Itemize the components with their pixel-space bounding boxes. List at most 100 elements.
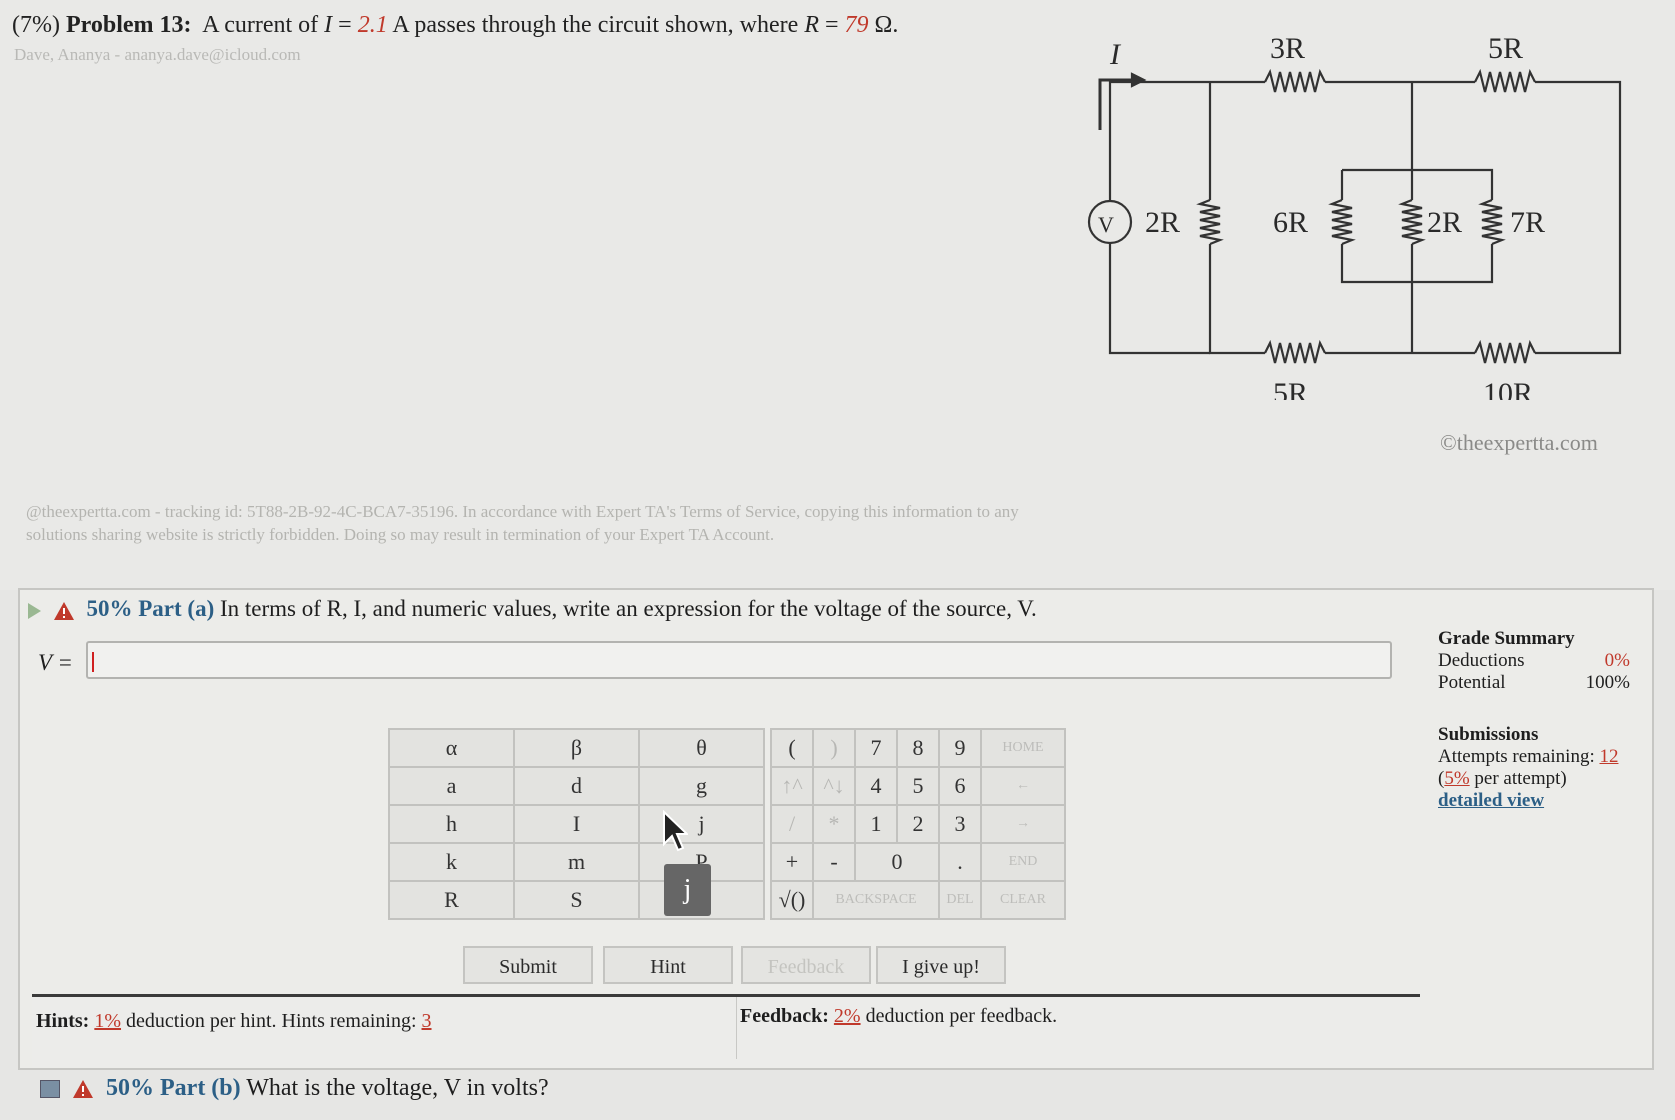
key-minus[interactable]: - xyxy=(812,842,856,882)
divider xyxy=(736,997,737,1059)
key-2[interactable]: 2 xyxy=(896,804,940,844)
key-g[interactable]: g xyxy=(638,766,765,806)
tracking-notice: @theexpertta.com - tracking id: 5T88-2B-… xyxy=(26,502,1019,544)
key-left-arrow[interactable]: ← xyxy=(980,766,1066,806)
key-superscript-up[interactable]: ↑^ xyxy=(770,766,814,806)
key-3[interactable]: 3 xyxy=(938,804,982,844)
student-info: Dave, Ananya - ananya.dave@icloud.com xyxy=(14,45,301,64)
give-up-button[interactable]: I give up! xyxy=(876,946,1006,984)
key-9[interactable]: 9 xyxy=(938,728,982,768)
key-m[interactable]: m xyxy=(513,842,640,882)
key-decimal[interactable]: . xyxy=(938,842,982,882)
deductions-label: Deductions xyxy=(1438,650,1525,671)
save-icon[interactable] xyxy=(40,1080,60,1099)
part-b-percent: 50% xyxy=(106,1075,154,1101)
label-6r: 6R xyxy=(1273,206,1308,239)
key-theta[interactable]: θ xyxy=(638,728,765,768)
problem-statement: (7%) Problem 13: A current of I = 2.1 A … xyxy=(12,12,898,39)
current-arrow-icon xyxy=(1098,78,1140,130)
key-0[interactable]: 0 xyxy=(854,842,940,882)
part-b-question: What is the voltage, V in volts? xyxy=(246,1075,549,1101)
key-backspace[interactable]: BACKSPACE xyxy=(812,880,940,920)
hints-label: Hints: xyxy=(36,1010,90,1032)
per-attempt-pct: 5% xyxy=(1444,768,1470,789)
part-a-label: Part (a) xyxy=(138,596,215,621)
key-h[interactable]: h xyxy=(388,804,515,844)
key-7[interactable]: 7 xyxy=(854,728,898,768)
feedback-label: Feedback: xyxy=(740,1005,829,1027)
key-multiply[interactable]: * xyxy=(812,804,856,844)
hints-info: Hints: 1% deduction per hint. Hints rema… xyxy=(36,1010,432,1033)
resistance-value: 79 xyxy=(844,12,869,38)
key-clear[interactable]: CLEAR xyxy=(980,880,1066,920)
key-S[interactable]: S xyxy=(513,880,640,920)
warning-icon xyxy=(53,601,74,620)
submissions-panel: Submissions Attempts remaining: 12 (5% p… xyxy=(1438,724,1630,812)
source-label: V xyxy=(1098,212,1114,237)
equals-sign: = xyxy=(332,12,358,38)
grade-summary-title: Grade Summary xyxy=(1438,628,1575,649)
key-open-paren[interactable]: ( xyxy=(770,728,814,768)
potential-value: 100% xyxy=(1585,672,1630,693)
current-symbol: I xyxy=(324,12,333,38)
key-divide[interactable]: / xyxy=(770,804,814,844)
label-5r-bottom: 5R xyxy=(1273,377,1308,400)
label-10r: 10R xyxy=(1483,377,1533,400)
current-value: 2.1 xyxy=(357,12,388,38)
key-del[interactable]: DEL xyxy=(938,880,982,920)
key-1[interactable]: 1 xyxy=(854,804,898,844)
key-home[interactable]: HOME xyxy=(980,728,1066,768)
hints-text: deduction per hint. Hints remaining: xyxy=(126,1010,417,1032)
number-keypad: ( ) 7 8 9 HOME ↑^ ^↓ 4 5 6 ← / * 1 2 3 →… xyxy=(770,728,1066,920)
submit-button[interactable]: Submit xyxy=(463,946,593,984)
play-icon[interactable] xyxy=(28,602,41,619)
label-2r-left: 2R xyxy=(1145,206,1180,239)
part-a-heading: 50% Part (a) In terms of R, I, and numer… xyxy=(28,596,1037,622)
key-6[interactable]: 6 xyxy=(938,766,982,806)
key-right-arrow[interactable]: → xyxy=(980,804,1066,844)
feedback-text: deduction per feedback. xyxy=(865,1005,1058,1027)
problem-text-a: A current of xyxy=(202,12,319,38)
resistor-2r-mid-icon xyxy=(1398,198,1426,246)
feedback-info: Feedback: 2% deduction per feedback. xyxy=(740,1005,1057,1028)
label-3r: 3R xyxy=(1270,32,1305,65)
detailed-view-link[interactable]: detailed view xyxy=(1438,790,1630,812)
resistor-10r-icon xyxy=(1474,339,1536,364)
key-4[interactable]: 4 xyxy=(854,766,898,806)
part-b-heading: 50% Part (b) What is the voltage, V in v… xyxy=(40,1075,549,1102)
key-close-paren[interactable]: ) xyxy=(812,728,856,768)
key-R[interactable]: R xyxy=(388,880,515,920)
circuit-copyright: ©theexpertta.com xyxy=(1440,430,1598,455)
key-beta[interactable]: β xyxy=(513,728,640,768)
key-tooltip: j xyxy=(664,864,711,916)
answer-label: V = xyxy=(38,650,73,675)
key-end[interactable]: END xyxy=(980,842,1066,882)
text-caret xyxy=(92,652,94,672)
key-alpha[interactable]: α xyxy=(388,728,515,768)
key-plus[interactable]: + xyxy=(770,842,814,882)
key-j[interactable]: j xyxy=(638,804,765,844)
hint-button[interactable]: Hint xyxy=(603,946,733,984)
key-8[interactable]: 8 xyxy=(896,728,940,768)
hint-deduction: 1% xyxy=(94,1010,122,1032)
resistance-symbol: R xyxy=(804,12,819,38)
key-5[interactable]: 5 xyxy=(896,766,940,806)
key-I[interactable]: I xyxy=(513,804,640,844)
key-superscript-down[interactable]: ^↓ xyxy=(812,766,856,806)
resistor-5r-top-icon xyxy=(1474,68,1536,93)
problem-weight: (7%) xyxy=(12,12,60,38)
resistor-5r-bottom-icon xyxy=(1264,339,1326,364)
problem-label: Problem 13: xyxy=(65,12,192,38)
key-a[interactable]: a xyxy=(388,766,515,806)
key-k[interactable]: k xyxy=(388,842,515,882)
key-sqrt[interactable]: √() xyxy=(770,880,814,920)
feedback-button[interactable]: Feedback xyxy=(741,946,871,984)
answer-input[interactable] xyxy=(86,641,1392,679)
key-d[interactable]: d xyxy=(513,766,640,806)
current-label: I xyxy=(1109,38,1122,71)
resistor-3r-icon xyxy=(1264,68,1326,93)
resistor-6r-icon xyxy=(1328,198,1356,246)
problem-text-b: A passes through the circuit shown, wher… xyxy=(387,12,805,38)
per-attempt-text: per attempt) xyxy=(1474,768,1567,789)
grade-summary: Grade Summary Deductions 0% Potential 100% xyxy=(1438,628,1630,694)
